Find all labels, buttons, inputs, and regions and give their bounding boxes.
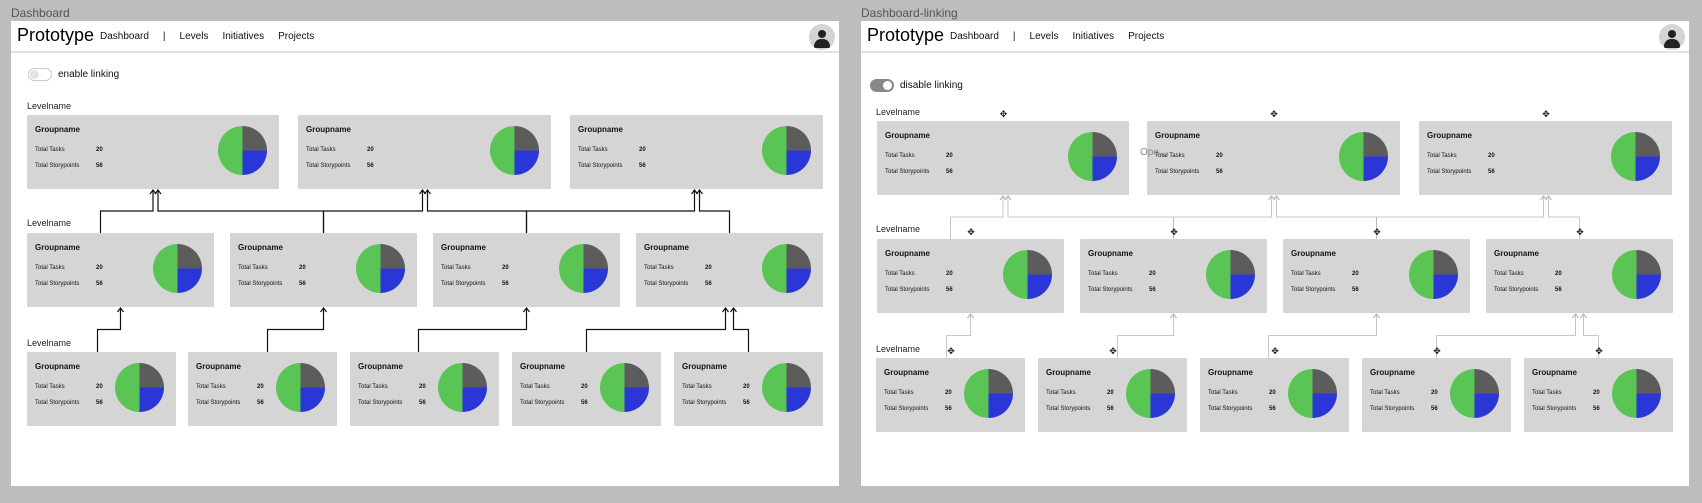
- dashboard-frame: Prototype Dashboard | Levels Initiatives Proj…: [11, 21, 839, 486]
- connector-line: [585, 308, 727, 352]
- connector-line: [426, 190, 528, 233]
- move-icon[interactable]: ✥: [1170, 228, 1179, 237]
- connector-line: [732, 308, 750, 352]
- connector-line: [1376, 196, 1544, 239]
- connector-line: [1007, 196, 1174, 239]
- connector-line: [1436, 314, 1576, 358]
- move-icon[interactable]: ✥: [947, 347, 956, 356]
- dashboard-linking-frame: Prototype Dashboard | Levels Initiatives Proj…: [861, 21, 1689, 486]
- tooltip-text: Ope...: [1140, 147, 1168, 158]
- frame-label-dashboard-linking: Dashboard-linking: [861, 6, 958, 20]
- hierarchy-connectors: [946, 195, 1599, 358]
- connector-line: [950, 196, 1004, 239]
- connector-line: [99, 190, 154, 233]
- move-icon[interactable]: ✥: [1595, 347, 1604, 356]
- frame-label-dashboard: Dashboard: [11, 6, 70, 20]
- move-icon[interactable]: ✥: [1576, 228, 1585, 237]
- hierarchy-connectors: [96, 189, 750, 352]
- move-icon[interactable]: ✥: [967, 228, 976, 237]
- connector-line: [417, 308, 528, 352]
- move-icon[interactable]: ✥: [999, 110, 1008, 119]
- connector-line: [266, 308, 325, 352]
- connector-line: [698, 190, 731, 233]
- connector-line: [1268, 314, 1377, 358]
- connector-line: [1276, 196, 1377, 239]
- move-icon[interactable]: ✥: [1109, 347, 1118, 356]
- connector-line: [525, 190, 696, 233]
- move-icon[interactable]: ✥: [1542, 110, 1551, 119]
- connector-line: [157, 190, 325, 233]
- move-icon[interactable]: ✥: [1271, 347, 1280, 356]
- connector-line: [1173, 196, 1272, 239]
- move-icon[interactable]: ✥: [1270, 110, 1279, 119]
- connector-line: [322, 190, 424, 233]
- move-icon[interactable]: ✥: [1433, 347, 1442, 356]
- connector-line: [96, 308, 122, 352]
- move-icon[interactable]: ✥: [1373, 228, 1382, 237]
- connector-line: [1117, 314, 1174, 358]
